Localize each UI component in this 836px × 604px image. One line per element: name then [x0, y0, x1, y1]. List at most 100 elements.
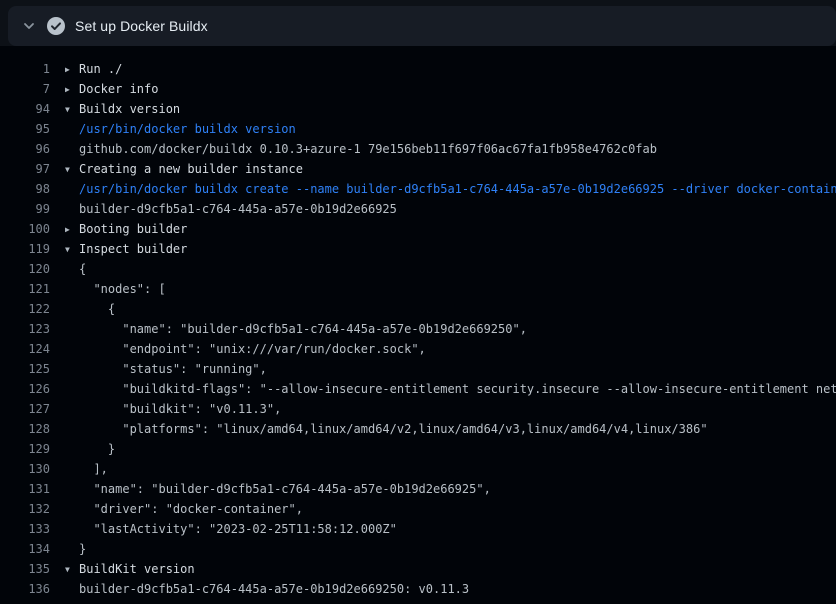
- line-number[interactable]: 134: [0, 539, 50, 559]
- log-line-body: "buildkitd-flags": "--allow-insecure-ent…: [65, 379, 836, 399]
- line-number[interactable]: 97: [0, 159, 50, 179]
- log-line: 100 ▶Booting builder: [0, 219, 836, 239]
- success-check-icon-glyph: [47, 17, 65, 35]
- log-line: 129 }: [0, 439, 836, 459]
- group-toggle[interactable]: ▼Creating a new builder instance: [65, 159, 303, 179]
- step-title: Set up Docker Buildx: [75, 18, 208, 34]
- log-line-body: "name": "builder-d9cfb5a1-c764-445a-a57e…: [65, 319, 527, 339]
- line-number[interactable]: 125: [0, 359, 50, 379]
- log-lines: 1▶Run ./7▶Docker info94▼Buildx version95…: [0, 46, 836, 604]
- output-text: {: [65, 302, 115, 316]
- log-line-body: }: [65, 539, 86, 559]
- log-line: 98/usr/bin/docker buildx create --name b…: [0, 179, 836, 199]
- log-line: 135 ▼BuildKit version: [0, 559, 836, 579]
- log-line: 1 ▶Run ./: [0, 59, 836, 79]
- group-title: Inspect builder: [79, 242, 187, 256]
- group-title: Run ./: [79, 62, 122, 76]
- output-text: "lastActivity": "2023-02-25T11:58:12.000…: [65, 522, 397, 536]
- command-text: /usr/bin/docker buildx create --name bui…: [65, 182, 836, 196]
- log-line-body: "endpoint": "unix:///var/run/docker.sock…: [65, 339, 426, 359]
- group-toggle[interactable]: ▼BuildKit version: [65, 559, 195, 579]
- group-toggle[interactable]: ▶Docker info: [65, 79, 158, 99]
- output-text: "buildkitd-flags": "--allow-insecure-ent…: [65, 382, 836, 396]
- log-line: 97 ▼Creating a new builder instance: [0, 159, 836, 179]
- output-text: builder-d9cfb5a1-c764-445a-a57e-0b19d2e6…: [65, 582, 469, 596]
- chevron-down-icon-glyph: [23, 20, 35, 32]
- line-number[interactable]: 135: [0, 559, 50, 579]
- log-line-body: github.com/docker/buildx 0.10.3+azure-1 …: [65, 139, 657, 159]
- line-number[interactable]: 133: [0, 519, 50, 539]
- output-text: github.com/docker/buildx 0.10.3+azure-1 …: [65, 142, 657, 156]
- line-number[interactable]: 122: [0, 299, 50, 319]
- group-title: Docker info: [79, 82, 158, 96]
- line-number[interactable]: 7: [0, 79, 50, 99]
- line-number[interactable]: 131: [0, 479, 50, 499]
- log-line: 128 "platforms": "linux/amd64,linux/amd6…: [0, 419, 836, 439]
- disclosure-triangle-icon: ▶: [65, 80, 79, 99]
- line-number[interactable]: 124: [0, 339, 50, 359]
- log-line-body: "name": "builder-d9cfb5a1-c764-445a-a57e…: [65, 479, 491, 499]
- group-toggle[interactable]: ▼Inspect builder: [65, 239, 187, 259]
- output-text: "buildkit": "v0.11.3",: [65, 402, 281, 416]
- line-number[interactable]: 98: [0, 179, 50, 199]
- success-check-icon: [47, 17, 65, 35]
- output-text: "nodes": [: [65, 282, 166, 296]
- group-toggle[interactable]: ▶Booting builder: [65, 219, 187, 239]
- log-line-body: }: [65, 439, 115, 459]
- group-toggle[interactable]: ▶Run ./: [65, 59, 122, 79]
- group-toggle[interactable]: ▼Buildx version: [65, 99, 180, 119]
- group-title: BuildKit version: [79, 562, 195, 576]
- chevron-down-icon[interactable]: [17, 14, 41, 38]
- line-number[interactable]: 127: [0, 399, 50, 419]
- log-line: 123 "name": "builder-d9cfb5a1-c764-445a-…: [0, 319, 836, 339]
- log-line: 96 github.com/docker/buildx 0.10.3+azure-…: [0, 139, 836, 159]
- log-line-body: /usr/bin/docker buildx version: [65, 119, 296, 139]
- line-number[interactable]: 128: [0, 419, 50, 439]
- log-line: 130 ],: [0, 459, 836, 479]
- log-line-body: builder-d9cfb5a1-c764-445a-a57e-0b19d2e6…: [65, 579, 469, 599]
- log-line: 99 builder-d9cfb5a1-c764-445a-a57e-0b19d2…: [0, 199, 836, 219]
- line-number[interactable]: 132: [0, 499, 50, 519]
- output-text: "name": "builder-d9cfb5a1-c764-445a-a57e…: [65, 322, 527, 336]
- output-text: }: [65, 442, 115, 456]
- line-number[interactable]: 126: [0, 379, 50, 399]
- line-number[interactable]: 123: [0, 319, 50, 339]
- group-title: Booting builder: [79, 222, 187, 236]
- output-text: ],: [65, 462, 108, 476]
- line-number[interactable]: 120: [0, 259, 50, 279]
- line-number[interactable]: 96: [0, 139, 50, 159]
- line-number[interactable]: 100: [0, 219, 50, 239]
- log-line: 94 ▼Buildx version: [0, 99, 836, 119]
- line-number[interactable]: 94: [0, 99, 50, 119]
- log-line: 95/usr/bin/docker buildx version: [0, 119, 836, 139]
- disclosure-triangle-icon: ▶: [65, 60, 79, 79]
- line-number[interactable]: 136: [0, 579, 50, 599]
- line-number[interactable]: 121: [0, 279, 50, 299]
- command-text: /usr/bin/docker buildx version: [65, 122, 296, 136]
- output-text: builder-d9cfb5a1-c764-445a-a57e-0b19d2e6…: [65, 202, 397, 216]
- log-line-body: builder-d9cfb5a1-c764-445a-a57e-0b19d2e6…: [65, 199, 397, 219]
- log-line-body: ],: [65, 459, 108, 479]
- log-line: 133 "lastActivity": "2023-02-25T11:58:12…: [0, 519, 836, 539]
- line-number[interactable]: 99: [0, 199, 50, 219]
- log-line: 124 "endpoint": "unix:///var/run/docker.…: [0, 339, 836, 359]
- disclosure-triangle-icon: ▼: [65, 240, 79, 259]
- line-number[interactable]: 95: [0, 119, 50, 139]
- disclosure-triangle-icon: ▶: [65, 220, 79, 239]
- log-line: 131 "name": "builder-d9cfb5a1-c764-445a-…: [0, 479, 836, 499]
- disclosure-triangle-icon: ▼: [65, 100, 79, 119]
- line-number[interactable]: 130: [0, 459, 50, 479]
- log-line: 136 builder-d9cfb5a1-c764-445a-a57e-0b19d…: [0, 579, 836, 599]
- log-line: 127 "buildkit": "v0.11.3",: [0, 399, 836, 419]
- log-line: 132 "driver": "docker-container",: [0, 499, 836, 519]
- output-text: {: [65, 262, 86, 276]
- step-header[interactable]: Set up Docker Buildx: [8, 6, 836, 46]
- log-line-body: "lastActivity": "2023-02-25T11:58:12.000…: [65, 519, 397, 539]
- output-text: "name": "builder-d9cfb5a1-c764-445a-a57e…: [65, 482, 491, 496]
- output-text: "endpoint": "unix:///var/run/docker.sock…: [65, 342, 426, 356]
- line-number[interactable]: 129: [0, 439, 50, 459]
- line-number[interactable]: 119: [0, 239, 50, 259]
- log-line: 7 ▶Docker info: [0, 79, 836, 99]
- log-line: 125 "status": "running",: [0, 359, 836, 379]
- line-number[interactable]: 1: [0, 59, 50, 79]
